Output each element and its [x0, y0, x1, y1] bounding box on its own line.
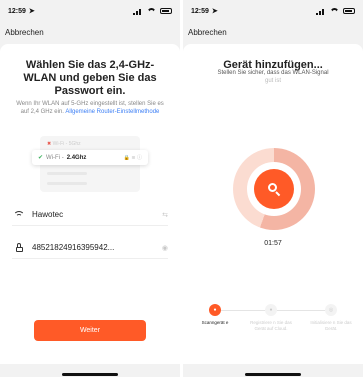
next-button[interactable]: Weiter: [34, 320, 146, 341]
step-label: Scanngerät e: [201, 320, 229, 325]
content-card: Wählen Sie das 2,4-GHz-WLAN und geben Si…: [0, 44, 180, 364]
page-title: Wählen Sie das 2,4-GHz-WLAN und geben Si…: [23, 59, 157, 97]
step-label: Registriere n Sie das Gerät auf Cloud.: [250, 320, 292, 331]
placeholder-bar: [47, 172, 87, 175]
step-dot: ●: [265, 304, 277, 316]
home-indicator[interactable]: [245, 373, 301, 376]
cancel-button[interactable]: Abbrechen: [188, 28, 227, 37]
status-bar: 12:59 ➤: [183, 0, 363, 22]
location-arrow-icon: ➤: [28, 8, 35, 15]
step-initialize: ◎ Initialisiere n Sie das Gerät.: [309, 304, 353, 331]
location-arrow-icon: ➤: [211, 8, 218, 15]
add-device-screen: 12:59 ➤ Abbrechen Gerät hinzufügen... St…: [183, 0, 363, 377]
wifi-ssid-value[interactable]: Hawotec: [32, 210, 162, 219]
cross-icon: ✖: [47, 141, 52, 147]
illustration-24ghz-prefix: Wi-Fi -: [46, 154, 64, 161]
illustration-24ghz-row: ✔ Wi-Fi - 2.4Ghz 🔒 ≋ ⓘ: [32, 150, 148, 165]
cancel-button[interactable]: Abbrechen: [5, 28, 44, 37]
wifi-icon: [12, 210, 26, 219]
wifi-password-field[interactable]: 48521824916395942... ◉: [12, 237, 168, 259]
step-dot: ◎: [325, 304, 337, 316]
step-register-cloud: ● Registriere n Sie das Gerät auf Cloud.: [249, 304, 293, 331]
page-subtitle: Wenn Ihr WLAN auf 5-GHz eingestellt ist,…: [12, 101, 168, 116]
countdown-timer: 01:57: [264, 240, 282, 247]
wifi-band-illustration: ✖ Wi-Fi - 5Ghz ✔ Wi-Fi - 2.4Ghz 🔒 ≋ ⓘ: [32, 136, 148, 194]
subtitle-faded-text: gut ist: [264, 77, 281, 84]
wifi-ssid-field[interactable]: Hawotec ⇆: [12, 204, 168, 226]
step-scan: ● Scanngerät e: [193, 304, 237, 326]
search-icon: [267, 182, 281, 196]
cellular-signal-icon: [316, 8, 326, 15]
content-card: Gerät hinzufügen... Stellen Sie sicher, …: [183, 44, 363, 364]
wifi-password-value[interactable]: 48521824916395942...: [32, 243, 162, 252]
cellular-signal-icon: [133, 8, 143, 15]
check-icon: ✔: [38, 155, 44, 161]
illustration-5ghz-label: Wi-Fi - 5Ghz: [52, 141, 81, 147]
eye-icon[interactable]: ◉: [162, 244, 168, 252]
battery-icon: [160, 8, 172, 14]
scanning-radar: [233, 148, 315, 230]
lock-icon: [12, 243, 26, 252]
battery-icon: [343, 8, 355, 14]
status-time: 12:59: [191, 7, 209, 15]
wifi-status-icon: [147, 8, 156, 15]
placeholder-bar: [47, 182, 87, 185]
lock-wifi-info-icons: 🔒 ≋ ⓘ: [123, 155, 142, 161]
page-subtitle: Stellen Sie sicher, dass das WLAN-Signal…: [193, 70, 353, 85]
status-time: 12:59: [8, 7, 26, 15]
switch-network-icon[interactable]: ⇆: [162, 211, 168, 219]
step-dot: ●: [209, 304, 221, 316]
illustration-5ghz-row: ✖ Wi-Fi - 5Ghz: [47, 141, 81, 147]
radar-core: [254, 169, 294, 209]
subtitle-text: Stellen Sie sicher, dass das WLAN-Signal: [217, 70, 329, 76]
illustration-24ghz-band: 2.4Ghz: [66, 154, 87, 161]
wifi-status-icon: [330, 8, 339, 15]
wifi-setup-screen: 12:59 ➤ Abbrechen Wählen Sie das 2,4-GHz…: [0, 0, 180, 377]
home-indicator[interactable]: [62, 373, 118, 376]
router-settings-link[interactable]: Allgemeine Router-Einstellmethode: [65, 109, 159, 115]
step-label: Initialisiere n Sie das Gerät.: [310, 320, 352, 331]
status-bar: 12:59 ➤: [0, 0, 180, 22]
progress-steps: ● Scanngerät e ● Registriere n Sie das G…: [191, 304, 355, 354]
